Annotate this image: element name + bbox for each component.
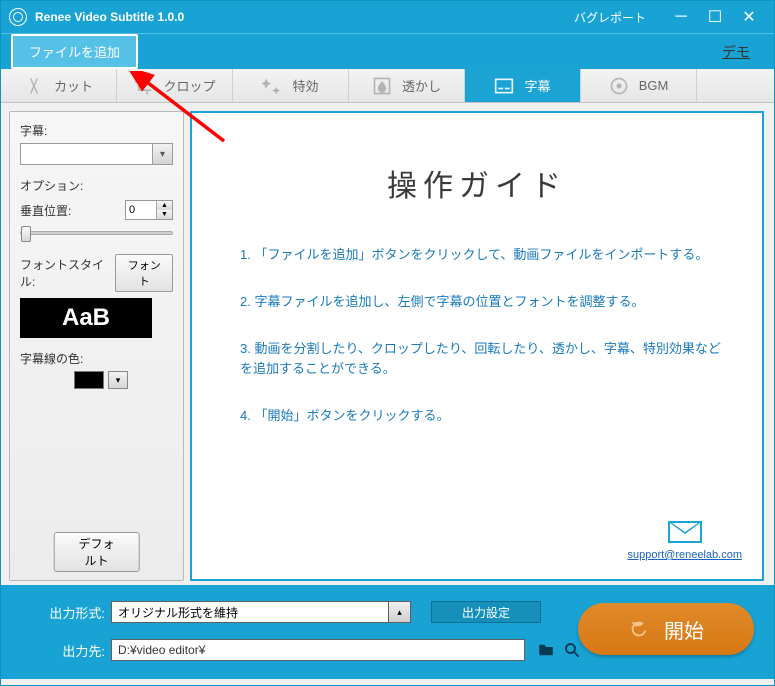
app-logo-icon: [9, 8, 27, 26]
title-bar: Renee Video Subtitle 1.0.0 バグレポート ─ ☐ ✕: [1, 1, 774, 33]
spin-up-icon[interactable]: ▲: [157, 201, 172, 210]
line-color-label: 字幕線の色:: [20, 350, 173, 367]
tab-crop[interactable]: クロップ: [117, 69, 233, 102]
output-dest-label: 出力先:: [45, 641, 105, 660]
refresh-icon: [628, 618, 650, 640]
app-window: Renee Video Subtitle 1.0.0 バグレポート ─ ☐ ✕ …: [0, 0, 775, 686]
subtitle-sidebar: 字幕: ▾ オプション: 垂直位置: ▲▼ フォントスタイル: フォント: [9, 111, 184, 581]
folder-icon[interactable]: [537, 641, 555, 659]
tab-bgm[interactable]: BGM: [581, 69, 697, 102]
vpos-slider[interactable]: [20, 224, 173, 242]
primary-toolbar: ファイルを追加 デモ: [1, 33, 774, 69]
magic-icon: [262, 76, 282, 96]
line-color-picker[interactable]: ▾: [74, 371, 173, 389]
tab-label: カット: [54, 76, 93, 95]
output-format-select[interactable]: ▴: [111, 601, 411, 623]
guide-step-4: 4. 「開始」ボタンをクリックする。: [240, 406, 728, 427]
tab-cut[interactable]: カット: [1, 69, 117, 102]
font-preview: AaB: [20, 298, 152, 338]
guide-panel: 操作ガイド 1. 「ファイルを追加」ボタンをクリックして、動画ファイルをインポー…: [190, 111, 764, 581]
subtitle-select[interactable]: ▾: [20, 143, 173, 165]
vpos-label: 垂直位置:: [20, 202, 71, 219]
maximize-button[interactable]: ☐: [698, 7, 732, 27]
option-label: オプション:: [20, 177, 173, 194]
bug-report-link[interactable]: バグレポート: [574, 9, 646, 26]
output-format-value[interactable]: [111, 601, 389, 623]
guide-step-2: 2. 字幕ファイルを追加し、左側で字幕の位置とフォントを調整する。: [240, 292, 728, 313]
output-dest-input[interactable]: [111, 639, 525, 661]
vpos-input[interactable]: [126, 201, 156, 219]
spin-down-icon[interactable]: ▼: [157, 210, 172, 219]
output-settings-button[interactable]: 出力設定: [431, 601, 541, 623]
guide-step-1: 1. 「ファイルを追加」ボタンをクリックして、動画ファイルをインポートする。: [240, 245, 728, 266]
guide-title: 操作ガイド: [226, 161, 728, 205]
tab-subtitle[interactable]: 字幕: [465, 69, 581, 102]
slider-thumb[interactable]: [21, 226, 31, 242]
tab-label: クロップ: [163, 76, 215, 95]
tab-label: 字幕: [524, 76, 550, 95]
font-style-label: フォントスタイル:: [20, 256, 109, 290]
start-label: 開始: [664, 615, 704, 644]
tab-watermark[interactable]: 透かし: [349, 69, 465, 102]
default-button[interactable]: デフォルト: [53, 532, 140, 572]
crop-icon: [133, 76, 153, 96]
scissors-icon: [24, 76, 44, 96]
chevron-down-icon: ▾: [152, 144, 172, 164]
bottom-bar: 出力形式: ▴ 出力設定 出力先: 開始: [1, 585, 774, 679]
tab-effect[interactable]: 特効: [233, 69, 349, 102]
mail-icon: [668, 521, 702, 543]
color-swatch: [74, 371, 104, 389]
vpos-spinner[interactable]: ▲▼: [125, 200, 173, 220]
start-button[interactable]: 開始: [578, 603, 754, 655]
output-format-label: 出力形式:: [45, 603, 105, 622]
font-button[interactable]: フォント: [115, 254, 173, 292]
add-file-button[interactable]: ファイルを追加: [11, 34, 138, 69]
tab-label: BGM: [639, 78, 669, 93]
app-title: Renee Video Subtitle 1.0.0: [35, 10, 184, 24]
support-link[interactable]: support@reneelab.com: [627, 549, 742, 561]
subtitle-icon: [494, 76, 514, 96]
tab-label: 透かし: [402, 76, 441, 95]
chevron-down-icon[interactable]: ▾: [108, 371, 128, 389]
chevron-up-icon[interactable]: ▴: [389, 601, 411, 623]
guide-step-3: 3. 動画を分割したり、クロップしたり、回転したり、透かし、字幕、特別効果などを…: [240, 339, 728, 381]
support-block: support@reneelab.com: [627, 521, 742, 563]
search-icon[interactable]: [563, 641, 581, 659]
subtitle-label: 字幕:: [20, 122, 173, 139]
tab-bar: カット クロップ 特効 透かし 字幕 BGM: [1, 69, 774, 103]
minimize-button[interactable]: ─: [664, 8, 698, 26]
close-button[interactable]: ✕: [732, 7, 766, 27]
content-area: 字幕: ▾ オプション: 垂直位置: ▲▼ フォントスタイル: フォント: [1, 103, 774, 585]
droplet-icon: [372, 76, 392, 96]
demo-link[interactable]: デモ: [722, 42, 750, 62]
disc-icon: [609, 76, 629, 96]
tab-label: 特効: [292, 76, 318, 95]
